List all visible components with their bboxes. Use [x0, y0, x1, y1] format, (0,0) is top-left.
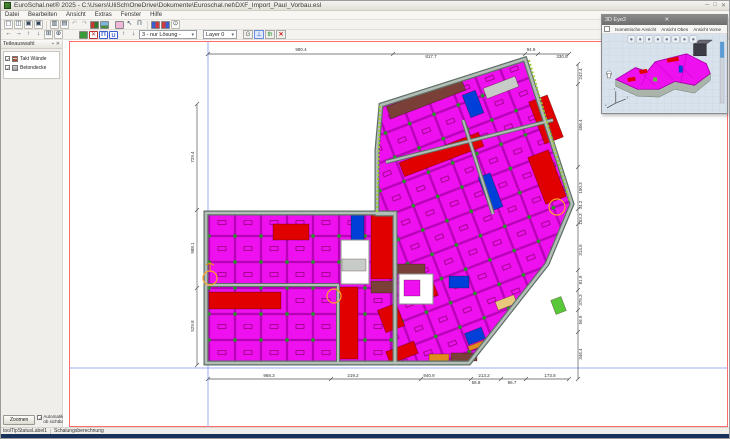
svg-text:375.3: 375.3: [578, 294, 583, 306]
transparency-slider[interactable]: [720, 42, 724, 103]
nav-down-icon[interactable]: ↓: [34, 30, 43, 39]
takt-waende-checkbox[interactable]: ✓: [5, 56, 10, 61]
undo-icon[interactable]: ↶: [70, 20, 79, 29]
viewer3d-menu: Isometrische Ansicht Ansicht Oben Ansich…: [602, 25, 727, 34]
menu-front-view[interactable]: Ansicht Vorne: [693, 27, 721, 32]
svg-text:56.8: 56.8: [472, 380, 481, 385]
fit-view-icon[interactable]: ⊞: [44, 30, 53, 39]
eraser-icon[interactable]: [115, 21, 124, 29]
menu-top-view[interactable]: Ansicht Oben: [661, 27, 688, 32]
zoom-button[interactable]: Zoomen: [3, 415, 35, 425]
svg-text:96.7: 96.7: [508, 380, 517, 385]
minimize-icon[interactable]: ─: [705, 2, 709, 9]
zoom-tool-icon[interactable]: ⊙: [171, 20, 180, 29]
step-up-icon[interactable]: ↑: [119, 30, 128, 39]
viewer3d-title: 3D Eye2: [605, 17, 665, 23]
close-plan-button[interactable]: ✕: [276, 30, 286, 39]
svg-text:242.4: 242.4: [578, 68, 583, 80]
menu-bearbeiten[interactable]: Bearbeiten: [28, 12, 57, 18]
svg-text:346.4: 346.4: [578, 348, 583, 360]
parts-tree: ✓ Takt Wände ✓ Betondecke: [3, 51, 60, 79]
menu-fenster[interactable]: Fenster: [121, 12, 141, 18]
open-file-icon[interactable]: ◫: [14, 20, 23, 29]
copy-icon[interactable]: ▥: [50, 20, 59, 29]
svg-text:817.7: 817.7: [425, 54, 437, 59]
solution-select[interactable]: 3 - nur Lösung -▾: [139, 30, 197, 39]
view-grid-icon[interactable]: [604, 26, 610, 32]
pin-icon[interactable]: ▪: [52, 41, 54, 47]
svg-text:529.8: 529.8: [190, 320, 195, 332]
viewer3d-window[interactable]: 3D Eye2 ✕ Isometrische Ansicht Ansicht O…: [601, 14, 728, 114]
new-file-icon[interactable]: ▢: [4, 20, 13, 29]
menu-datei[interactable]: Datei: [5, 12, 19, 18]
cursor-select-icon[interactable]: ↖: [125, 20, 134, 29]
parts-panel-title: Teileauswahl: [3, 41, 50, 47]
hand-cursor-icon: [606, 71, 611, 78]
svg-text:56.9: 56.9: [578, 315, 583, 324]
panel-close-icon[interactable]: ✕: [56, 41, 60, 47]
support-view-icon[interactable]: ∪: [109, 31, 118, 39]
layer-select[interactable]: Layer 0▾: [203, 30, 237, 39]
menu-hilfe[interactable]: Hilfe: [150, 12, 162, 18]
app-logo-icon: [4, 2, 11, 9]
taskbar-strip: [1, 434, 729, 439]
svg-text:968.3: 968.3: [263, 373, 275, 378]
building: [203, 59, 572, 364]
perpendicular-button[interactable]: ⊥: [254, 30, 264, 39]
status-bar: toolTipStatusLabel1 Schalungsberechnung: [1, 427, 729, 434]
svg-text:150.3: 150.3: [578, 182, 583, 194]
svg-text:173.8: 173.8: [544, 373, 556, 378]
menu-ansicht[interactable]: Ansicht: [66, 12, 86, 18]
menu-extras[interactable]: Extras: [95, 12, 112, 18]
image-export-icon[interactable]: [100, 21, 109, 29]
save-all-icon[interactable]: ▣: [34, 20, 43, 29]
measure-icon[interactable]: Π: [135, 20, 144, 29]
maximize-icon[interactable]: □: [713, 2, 717, 9]
redo-icon[interactable]: ↷: [80, 20, 89, 29]
table-view-icon[interactable]: Π: [99, 31, 108, 39]
grid-toggle-button[interactable]: G: [243, 30, 253, 39]
window-title: EuroSchal.net® 2025 - C:\Users\UliSch\On…: [14, 2, 705, 9]
close-icon[interactable]: ✕: [721, 2, 726, 9]
nav-left-icon[interactable]: ←: [4, 30, 13, 39]
svg-text:330.8: 330.8: [556, 54, 568, 59]
nav-right-icon[interactable]: →: [14, 30, 23, 39]
viewer3d-viewport[interactable]: z x y: [602, 34, 727, 113]
status-left: toolTipStatusLabel1: [3, 428, 47, 434]
svg-text:940.9: 940.9: [423, 373, 435, 378]
status-right: Schalungsberechnung: [54, 428, 104, 434]
svg-text:213.2: 213.2: [478, 373, 490, 378]
slab-formwork-icon[interactable]: [161, 21, 170, 29]
svg-text:314.6: 314.6: [578, 244, 583, 256]
svg-text:729.4: 729.4: [190, 151, 195, 163]
nav-up-icon[interactable]: ↑: [24, 30, 33, 39]
svg-text:406.4: 406.4: [578, 119, 583, 131]
wall-icon: [12, 56, 18, 62]
parts-panel: Teileauswahl ▪ ✕ ✓ Takt Wände ✓ Betondec…: [1, 40, 63, 427]
print-icon[interactable]: ▤: [60, 20, 69, 29]
auto-visible-checkbox[interactable]: ✓: [37, 415, 42, 420]
tree-item-takt-waende[interactable]: ✓ Takt Wände: [5, 54, 58, 63]
tree-item-betondecke[interactable]: ✓ Betondecke: [5, 63, 58, 72]
svg-text:988.1: 988.1: [190, 242, 195, 254]
color-settings-icon[interactable]: [90, 21, 99, 29]
svg-text:980.4: 980.4: [295, 47, 307, 52]
dimension-button[interactable]: th: [265, 30, 275, 39]
takt-add-icon[interactable]: [79, 31, 88, 39]
slab-icon: [12, 65, 18, 71]
viewer3d-close-icon[interactable]: ✕: [665, 17, 725, 23]
app-window: EuroSchal.net® 2025 - C:\Users\UliSch\On…: [0, 0, 730, 439]
zoom-window-icon[interactable]: ⊕: [54, 30, 63, 39]
wall-formwork-icon[interactable]: [151, 21, 160, 29]
step-down-icon[interactable]: ↓: [129, 30, 138, 39]
svg-text:219.2: 219.2: [347, 373, 359, 378]
svg-text:94.9: 94.9: [527, 47, 536, 52]
takt-delete-icon[interactable]: ✕: [89, 31, 98, 39]
svg-text:81.9: 81.9: [578, 275, 583, 284]
menu-isometric[interactable]: Isometrische Ansicht: [615, 27, 656, 32]
betondecke-checkbox[interactable]: ✓: [5, 65, 10, 70]
save-icon[interactable]: ▣: [24, 20, 33, 29]
title-bar: EuroSchal.net® 2025 - C:\Users\UliSch\On…: [1, 1, 729, 11]
viewer3d-titlebar[interactable]: 3D Eye2 ✕: [602, 15, 727, 25]
